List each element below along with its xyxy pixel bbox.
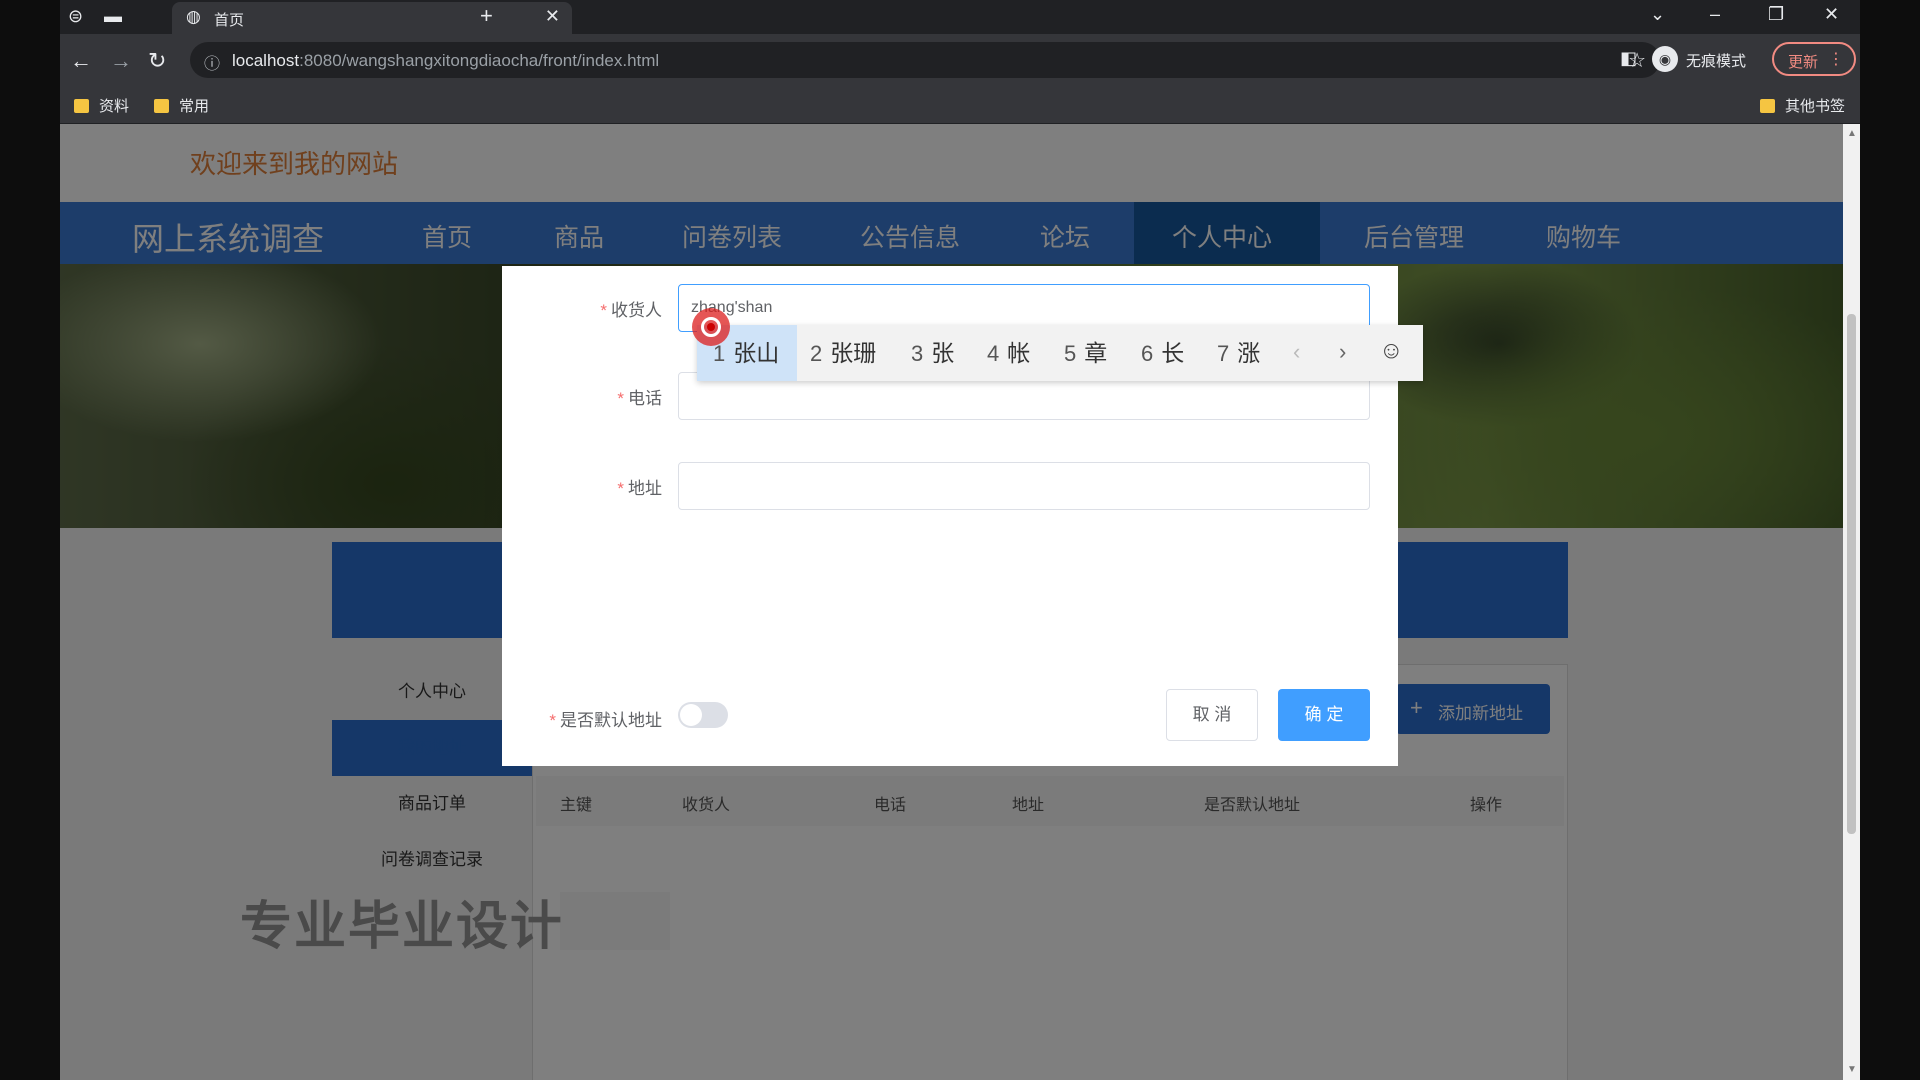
address-label: * 地址 xyxy=(502,474,662,499)
ime-candidate[interactable]: 3张 xyxy=(911,325,954,381)
forward-icon[interactable]: → xyxy=(110,48,132,74)
bookmarks-bar: 资料 常用 其他书签 xyxy=(60,86,1860,124)
globe-icon: ◍ xyxy=(186,7,201,26)
url-text: localhost:8080/wangshangxitongdiaocha/fr… xyxy=(232,51,659,71)
minimize-icon[interactable]: – xyxy=(1710,4,1720,25)
scroll-up-icon[interactable]: ▲ xyxy=(1847,128,1857,139)
incognito-icon: ◉ xyxy=(1652,46,1678,72)
window-close-icon[interactable]: ✕ xyxy=(1824,4,1839,25)
receiver-label-text: 收货人 xyxy=(611,301,662,320)
click-indicator-icon xyxy=(692,308,730,346)
candidate-number: 6 xyxy=(1141,341,1154,366)
bookmark-folder-ziliao[interactable]: 资料 xyxy=(74,95,129,116)
candidate-number: 5 xyxy=(1064,341,1077,366)
site-info-icon[interactable]: ⓘ xyxy=(204,50,220,74)
folder-icon xyxy=(1760,99,1775,113)
ime-candidate[interactable]: 6长 xyxy=(1141,325,1184,381)
close-tab-icon[interactable]: ✕ xyxy=(545,6,560,27)
required-marker: * xyxy=(617,479,624,498)
screen: ⊜ ▬ ◍ 首页 ✕ + ⌄ – ❐ ✕ ← → ↻ ⓘ localhost:8… xyxy=(0,0,1920,1080)
scrollbar-thumb[interactable] xyxy=(1847,314,1856,834)
candidate-text: 帐 xyxy=(1007,340,1031,366)
page-scrollbar[interactable]: ▲ ▼ xyxy=(1843,124,1860,1080)
bookmark-folder-changyong[interactable]: 常用 xyxy=(154,95,209,116)
restore-icon[interactable]: ❐ xyxy=(1768,4,1784,25)
ime-candidate[interactable]: 7涨 xyxy=(1217,325,1260,381)
reload-icon[interactable]: ↻ xyxy=(148,48,166,74)
ime-candidate-bar: 1 张山 2 张珊 3张 4帐 5章 6长 7涨 ‹ › ☺ xyxy=(697,325,1423,381)
candidate-text: 张山 xyxy=(733,340,780,366)
other-bookmarks[interactable]: 其他书签 xyxy=(1760,95,1845,116)
update-button[interactable]: 更新 ⋮ xyxy=(1772,42,1856,76)
chevron-down-icon[interactable]: ⌄ xyxy=(1650,4,1665,25)
candidate-text: 涨 xyxy=(1237,340,1261,366)
tab-title: 首页 xyxy=(214,12,245,29)
incognito-indicator[interactable]: ◉ 无痕模式 xyxy=(1652,46,1762,74)
switch-knob xyxy=(680,704,702,726)
confirm-button[interactable]: 确 定 xyxy=(1278,689,1370,741)
url-path: :8080/wangshangxitongdiaocha/front/index… xyxy=(299,51,660,70)
default-label-text: 是否默认地址 xyxy=(560,711,662,730)
back-icon[interactable]: ← xyxy=(70,48,92,74)
cancel-button[interactable]: 取 消 xyxy=(1166,689,1258,741)
bookmark-label: 常用 xyxy=(179,98,210,115)
ime-prev-page-icon[interactable]: ‹ xyxy=(1293,339,1300,365)
browser-menu-icon[interactable]: ⊜ xyxy=(68,6,83,27)
candidate-number: 2 xyxy=(810,341,823,366)
default-address-switch[interactable] xyxy=(678,702,728,728)
required-marker: * xyxy=(600,301,607,320)
tab-search-icon[interactable]: ▬ xyxy=(104,6,122,27)
required-marker: * xyxy=(617,389,624,408)
watermark-block xyxy=(560,892,670,950)
default-label: * 是否默认地址 xyxy=(502,706,662,731)
receiver-label: * 收货人 xyxy=(502,296,662,321)
click-indicator-dot xyxy=(707,323,715,331)
candidate-text: 长 xyxy=(1161,340,1185,366)
address-input[interactable] xyxy=(678,462,1370,510)
watermark-text: 专业毕业设计 xyxy=(240,898,565,956)
candidate-text: 张 xyxy=(931,340,955,366)
update-label: 更新 xyxy=(1788,54,1819,71)
web-page: 欢迎来到我的网站 网上系统调查 首页 商品 问卷列表 公告信息 论坛 个人中心 … xyxy=(60,124,1843,1080)
ime-candidate[interactable]: 4帐 xyxy=(987,325,1030,381)
ime-candidate[interactable]: 5章 xyxy=(1064,325,1107,381)
bookmark-label: 资料 xyxy=(99,98,130,115)
candidate-number: 3 xyxy=(911,341,924,366)
folder-icon xyxy=(154,99,169,113)
scroll-down-icon[interactable]: ▼ xyxy=(1847,1064,1857,1075)
new-tab-icon[interactable]: + xyxy=(480,3,493,29)
incognito-label: 无痕模式 xyxy=(1686,53,1747,70)
phone-label-text: 电话 xyxy=(628,389,662,408)
kebab-menu-icon: ⋮ xyxy=(1828,51,1844,68)
candidate-text: 张珊 xyxy=(830,340,877,366)
required-marker: * xyxy=(549,711,556,730)
candidate-text: 章 xyxy=(1084,340,1108,366)
ime-candidate[interactable]: 2 张珊 xyxy=(810,325,876,381)
browser-tab[interactable]: ◍ 首页 ✕ xyxy=(172,2,572,34)
address-bar[interactable]: ⓘ localhost:8080/wangshangxitongdiaocha/… xyxy=(190,42,1660,78)
phone-label: * 电话 xyxy=(502,384,662,409)
side-panel-icon[interactable]: ◧ xyxy=(1620,48,1637,69)
browser-tab-strip: ⊜ ▬ ◍ 首页 ✕ + ⌄ – ❐ ✕ xyxy=(60,0,1860,34)
url-host: localhost xyxy=(232,51,300,70)
emoji-icon[interactable]: ☺ xyxy=(1379,337,1404,365)
other-bookmarks-label: 其他书签 xyxy=(1785,98,1846,115)
address-label-text: 地址 xyxy=(628,479,662,498)
folder-icon xyxy=(74,99,89,113)
candidate-number: 4 xyxy=(987,341,1000,366)
browser-toolbar: ← → ↻ ⓘ localhost:8080/wangshangxitongdi… xyxy=(60,34,1860,86)
ime-next-page-icon[interactable]: › xyxy=(1339,339,1346,365)
candidate-number: 7 xyxy=(1217,341,1230,366)
